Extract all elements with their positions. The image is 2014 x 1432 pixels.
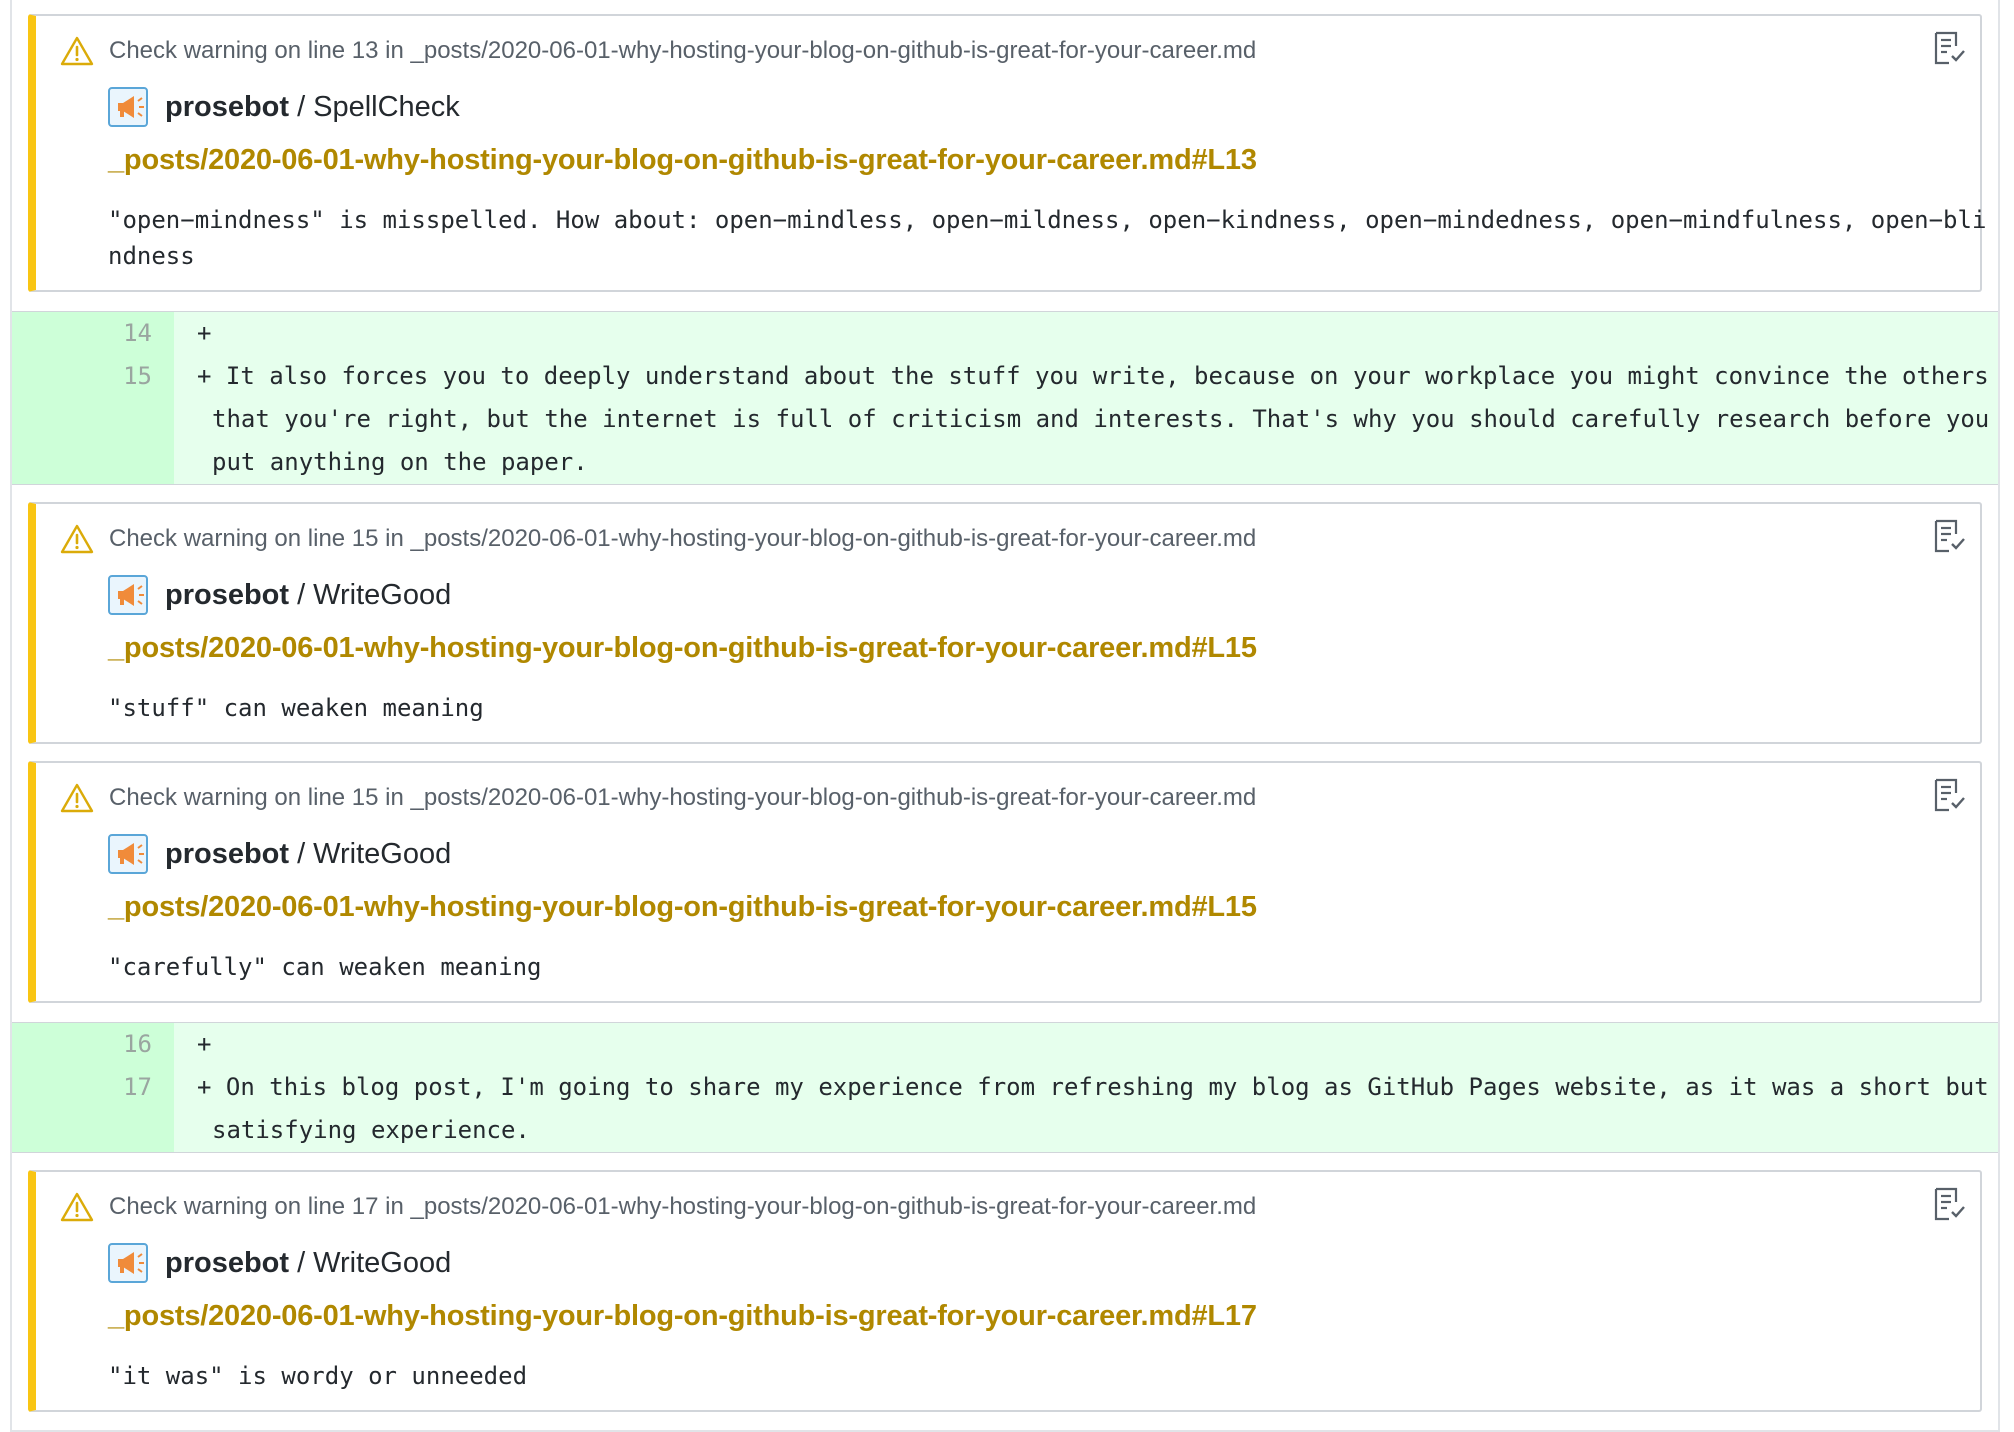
line-code: + <box>197 1030 212 1058</box>
warning-icon <box>60 783 94 813</box>
warning-icon <box>60 1192 94 1222</box>
check-annotation: Check warning on line 15 in _posts/2020-… <box>28 502 1982 744</box>
app-separator: / <box>297 90 306 123</box>
annotation-header-text: Check warning on line 17 in _posts/2020-… <box>109 1193 1257 1220</box>
annotation-header-text: Check warning on line 13 in _posts/2020-… <box>109 37 1257 64</box>
annotation-app: prosebot / WriteGood <box>108 1242 451 1284</box>
annotation-file-link[interactable]: _posts/2020-06-01-why-hosting-your-blog-… <box>108 1300 1257 1333</box>
diff-added-block: 14 + 15 + It also forces you to deeply u… <box>12 311 1998 485</box>
megaphone-icon <box>108 87 148 127</box>
app-name[interactable]: prosebot <box>165 91 289 124</box>
check-annotations-panel: Check warning on line 13 in _posts/2020-… <box>10 0 2000 1432</box>
diff-line: 15 + It also forces you to deeply unders… <box>12 355 1998 484</box>
app-name[interactable]: prosebot <box>165 579 289 612</box>
diff-line: 17 + On this blog post, I'm going to sha… <box>12 1066 1998 1152</box>
line-number[interactable]: 17 <box>12 1066 152 1109</box>
diff-line: 14 + <box>12 312 1998 355</box>
app-name[interactable]: prosebot <box>165 1247 289 1280</box>
annotation-header-text: Check warning on line 15 in _posts/2020-… <box>109 784 1257 811</box>
check-name: WriteGood <box>313 1246 452 1279</box>
line-code: + <box>197 319 212 347</box>
annotation-header: Check warning on line 15 in _posts/2020-… <box>60 522 1256 556</box>
megaphone-icon <box>108 1243 148 1283</box>
check-annotation: Check warning on line 13 in _posts/2020-… <box>28 14 1986 292</box>
line-number[interactable]: 16 <box>12 1023 152 1066</box>
diff-line: 16 + <box>12 1023 1998 1066</box>
app-name[interactable]: prosebot <box>165 838 289 871</box>
line-code: + On this blog post, I'm going to share … <box>197 1073 2004 1144</box>
annotation-app: prosebot / WriteGood <box>108 833 451 875</box>
file-check-icon[interactable] <box>1932 777 1966 813</box>
annotation-header: Check warning on line 15 in _posts/2020-… <box>60 781 1256 815</box>
annotation-header: Check warning on line 13 in _posts/2020-… <box>60 34 1256 68</box>
annotation-header-text: Check warning on line 15 in _posts/2020-… <box>109 525 1257 552</box>
check-annotation: Check warning on line 15 in _posts/2020-… <box>28 761 1982 1003</box>
annotation-file-link[interactable]: _posts/2020-06-01-why-hosting-your-blog-… <box>108 144 1257 177</box>
warning-icon <box>60 524 94 554</box>
file-check-icon[interactable] <box>1932 518 1966 554</box>
annotation-app: prosebot / SpellCheck <box>108 86 460 128</box>
annotation-message: "carefully" can weaken meaning <box>108 953 542 981</box>
annotation-message: "stuff" can weaken meaning <box>108 694 484 722</box>
app-separator: / <box>297 1246 306 1279</box>
line-number[interactable]: 14 <box>12 312 152 355</box>
check-name: WriteGood <box>313 578 452 611</box>
megaphone-icon <box>108 575 148 615</box>
megaphone-icon <box>108 834 148 874</box>
diff-added-block: 16 + 17 + On this blog post, I'm going t… <box>12 1022 1998 1153</box>
app-separator: / <box>297 578 306 611</box>
app-separator: / <box>297 837 306 870</box>
annotation-message: "open−mindness" is misspelled. How about… <box>108 206 1987 270</box>
annotation-app: prosebot / WriteGood <box>108 574 451 616</box>
file-check-icon[interactable] <box>1932 30 1966 66</box>
line-number[interactable]: 15 <box>12 355 152 398</box>
annotation-header: Check warning on line 17 in _posts/2020-… <box>60 1190 1256 1224</box>
line-code: + It also forces you to deeply understan… <box>197 362 2004 476</box>
file-check-icon[interactable] <box>1932 1186 1966 1222</box>
annotation-file-link[interactable]: _posts/2020-06-01-why-hosting-your-blog-… <box>108 632 1257 665</box>
warning-icon <box>60 36 94 66</box>
check-name: WriteGood <box>313 837 452 870</box>
annotation-message: "it was" is wordy or unneeded <box>108 1362 528 1390</box>
annotation-file-link[interactable]: _posts/2020-06-01-why-hosting-your-blog-… <box>108 891 1257 924</box>
check-annotation: Check warning on line 17 in _posts/2020-… <box>28 1170 1982 1412</box>
check-name: SpellCheck <box>313 90 460 123</box>
